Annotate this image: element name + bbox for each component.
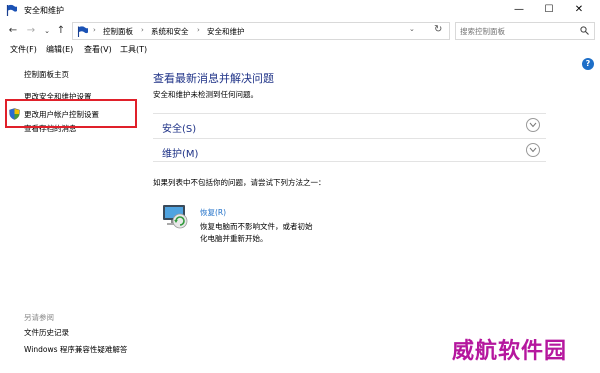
menu-edit[interactable]: 编辑(E) bbox=[46, 44, 73, 55]
menu-tools[interactable]: 工具(T) bbox=[120, 44, 147, 55]
menu-view[interactable]: 查看(V) bbox=[84, 44, 112, 55]
sidebar-link-compatibility-troubleshooter[interactable]: Windows 程序兼容性疑难解答 bbox=[24, 344, 127, 355]
chevron-down-icon[interactable] bbox=[526, 118, 540, 132]
breadcrumb-control-panel[interactable]: 控制面板 bbox=[103, 26, 133, 37]
minimize-button[interactable]: — bbox=[504, 0, 534, 20]
title-bar: 安全和维护 — ☐ ✕ bbox=[0, 0, 600, 20]
see-also-heading: 另请参阅 bbox=[24, 313, 54, 322]
search-icon[interactable] bbox=[580, 26, 589, 35]
recovery-description-line-1: 恢复电脑而不影响文件，或者初始 bbox=[200, 222, 313, 231]
sidebar-link-control-panel-home[interactable]: 控制面板主页 bbox=[24, 69, 69, 80]
breadcrumb-security-maintenance[interactable]: 安全和维护 bbox=[207, 26, 245, 37]
search-input[interactable] bbox=[456, 23, 576, 39]
refresh-icon[interactable]: ↻ bbox=[434, 24, 442, 35]
help-icon[interactable]: ? bbox=[582, 58, 594, 70]
page-subtitle: 安全和维护未检测到任何问题。 bbox=[153, 90, 258, 99]
section-security[interactable]: 安全(S) bbox=[153, 113, 546, 137]
search-box[interactable] bbox=[455, 22, 595, 40]
recovery-description-line-2: 化电脑并重新开始。 bbox=[200, 234, 268, 243]
section-maintenance[interactable]: 维护(M) bbox=[153, 138, 546, 162]
up-button[interactable]: ↑ bbox=[54, 24, 68, 38]
highlight-annotation-box bbox=[5, 99, 137, 128]
flag-icon bbox=[6, 4, 17, 16]
section-maintenance-label: 维护(M) bbox=[162, 149, 199, 160]
back-button[interactable]: ← bbox=[6, 24, 20, 38]
recent-locations-button[interactable]: ⌄ bbox=[40, 24, 54, 38]
section-security-label: 安全(S) bbox=[162, 124, 197, 135]
watermark: 威航软件园 bbox=[452, 338, 568, 364]
address-bar[interactable]: › 控制面板 › 系统和安全 › 安全和维护 ⌄ ↻ bbox=[72, 22, 450, 40]
troubleshoot-hint: 如果列表中不包括你的问题，请尝试下列方法之一： bbox=[153, 178, 326, 187]
maximize-button[interactable]: ☐ bbox=[534, 0, 564, 20]
address-row: ← → ⌄ ↑ › 控制面板 › 系统和安全 › 安全和维护 ⌄ ↻ bbox=[0, 20, 600, 42]
breadcrumb-separator: › bbox=[141, 26, 144, 34]
address-dropdown-button[interactable]: ⌄ bbox=[409, 25, 415, 33]
menu-bar: 文件(F) 编辑(E) 查看(V) 工具(T) bbox=[0, 42, 600, 58]
page-title: 查看最新消息并解决问题 bbox=[153, 72, 274, 85]
sidebar-link-file-history[interactable]: 文件历史记录 bbox=[24, 327, 69, 338]
chevron-down-icon[interactable] bbox=[526, 143, 540, 157]
recovery-link[interactable]: 恢复(R) bbox=[200, 207, 226, 218]
close-button[interactable]: ✕ bbox=[564, 0, 594, 20]
window-title: 安全和维护 bbox=[24, 6, 64, 15]
recovery-icon[interactable] bbox=[160, 200, 190, 230]
breadcrumb-separator: › bbox=[197, 26, 200, 34]
forward-button[interactable]: → bbox=[24, 24, 38, 38]
control-panel-flag-icon bbox=[77, 26, 88, 37]
breadcrumb-system-security[interactable]: 系统和安全 bbox=[151, 26, 189, 37]
breadcrumb-separator: › bbox=[93, 26, 96, 34]
menu-file[interactable]: 文件(F) bbox=[10, 44, 37, 55]
